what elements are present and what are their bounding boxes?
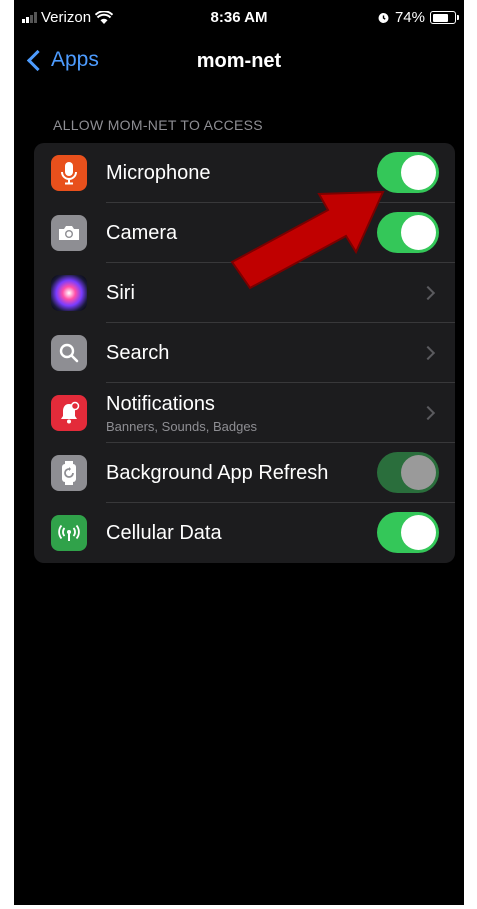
notifications-icon bbox=[51, 395, 87, 431]
status-bar: Verizon 8:36 AM 74% bbox=[14, 0, 464, 36]
setting-label: Cellular Data bbox=[106, 521, 222, 544]
chevron-right-icon bbox=[420, 285, 436, 301]
background-refresh-icon bbox=[51, 455, 87, 491]
setting-row-search[interactable]: Search bbox=[34, 323, 455, 383]
battery-percent: 74% bbox=[394, 9, 425, 26]
setting-row-microphone: Microphone bbox=[34, 143, 455, 203]
navigation-bar: Apps mom-net bbox=[14, 40, 464, 84]
section-header: ALLOW MOM-NET TO ACCESS bbox=[53, 117, 263, 133]
setting-label: Search bbox=[106, 341, 170, 364]
cellular-icon bbox=[51, 515, 87, 551]
background-refresh-toggle[interactable] bbox=[377, 452, 439, 493]
phone-screen: Verizon 8:36 AM 74% Apps mom-net ALLOW M… bbox=[14, 0, 464, 905]
cellular-toggle[interactable] bbox=[377, 512, 439, 553]
chevron-right-icon bbox=[420, 405, 436, 421]
microphone-icon bbox=[51, 155, 87, 191]
microphone-toggle[interactable] bbox=[377, 152, 439, 193]
setting-label: Notifications bbox=[106, 392, 215, 415]
chevron-right-icon bbox=[420, 345, 436, 361]
siri-icon bbox=[51, 275, 87, 311]
camera-icon bbox=[51, 215, 87, 251]
setting-row-siri[interactable]: Siri bbox=[34, 263, 455, 323]
page-title: mom-net bbox=[196, 50, 282, 72]
settings-group: Microphone Camera Siri Search Notificati… bbox=[34, 143, 455, 563]
search-icon bbox=[51, 335, 87, 371]
setting-label: Siri bbox=[106, 281, 135, 304]
setting-row-camera: Camera bbox=[34, 203, 455, 263]
camera-toggle[interactable] bbox=[377, 212, 439, 253]
setting-sublabel: Banners, Sounds, Badges bbox=[106, 418, 258, 434]
setting-row-notifications[interactable]: Notifications Banners, Sounds, Badges bbox=[34, 383, 455, 443]
setting-label: Microphone bbox=[106, 161, 211, 184]
setting-row-cellular: Cellular Data bbox=[34, 503, 455, 563]
setting-row-background-refresh: Background App Refresh bbox=[34, 443, 455, 503]
battery-icon bbox=[430, 11, 459, 24]
setting-label: Camera bbox=[106, 221, 178, 244]
setting-label: Background App Refresh bbox=[106, 461, 329, 484]
battery-status: 74% bbox=[377, 9, 459, 26]
alarm-icon bbox=[378, 13, 389, 23]
